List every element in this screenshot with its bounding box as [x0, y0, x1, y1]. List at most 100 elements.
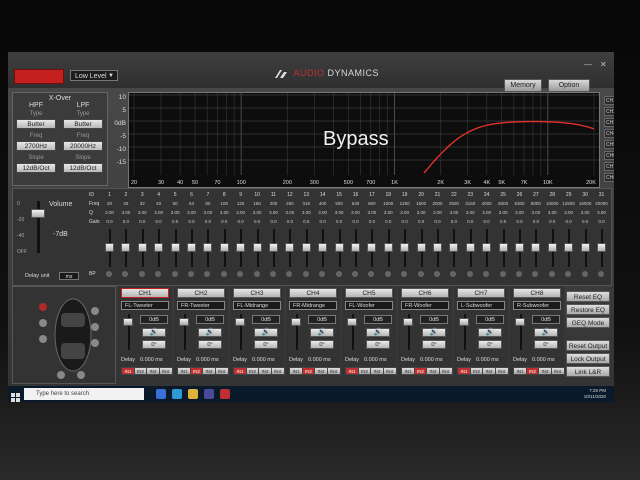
band-gain[interactable]: 0.0: [445, 219, 462, 224]
delay-value[interactable]: 0.000 ms: [420, 357, 443, 363]
channel-gain-value[interactable]: 0dB: [196, 315, 224, 324]
band-freq[interactable]: 1250: [396, 201, 413, 206]
channel-gain-slider[interactable]: [515, 318, 525, 326]
channel-select-ch4[interactable]: CH4: [604, 129, 614, 138]
band-bypass-dot[interactable]: [188, 271, 194, 277]
band-freq[interactable]: 250: [281, 201, 298, 206]
band-gain[interactable]: 0.0: [396, 219, 413, 224]
band-freq[interactable]: 315: [298, 201, 315, 206]
speaker-icon[interactable]: 🔊: [422, 328, 446, 337]
band-gain[interactable]: 0.0: [331, 219, 348, 224]
band-gain[interactable]: 0.0: [478, 219, 495, 224]
channel-select-ch8[interactable]: CH8: [604, 173, 614, 182]
band-gain[interactable]: 0.0: [495, 219, 512, 224]
minimize-icon[interactable]: —: [584, 60, 592, 69]
input-select-button[interactable]: IN4: [270, 367, 285, 375]
band-bypass-dot[interactable]: [450, 271, 457, 277]
band-freq[interactable]: 40: [150, 201, 167, 206]
band-q[interactable]: 3.00: [380, 210, 397, 215]
band-bypass-dot[interactable]: [548, 271, 555, 277]
band-gain[interactable]: 0.0: [199, 219, 216, 224]
band-gain[interactable]: 0.0: [134, 219, 151, 224]
band-gain[interactable]: 0.0: [544, 219, 561, 224]
phase-button[interactable]: 0°: [310, 340, 334, 349]
delay-value[interactable]: 0.000 ms: [196, 357, 219, 363]
band-gain[interactable]: 0.0: [462, 219, 479, 224]
band-q[interactable]: 3.00: [363, 210, 380, 215]
band-slider-thumb[interactable]: [203, 243, 213, 252]
channel-button[interactable]: CH1: [121, 288, 169, 298]
band-bypass-dot[interactable]: [220, 271, 227, 277]
channel-button[interactable]: CH5: [345, 288, 393, 298]
channel-select-ch7[interactable]: CH7: [604, 162, 614, 171]
band-freq[interactable]: 3150: [462, 201, 479, 206]
lpf-type-select[interactable]: Butter: [63, 119, 103, 129]
band-freq[interactable]: 50: [167, 201, 184, 206]
delay-value[interactable]: 0.000 ms: [476, 357, 499, 363]
band-bypass-dot[interactable]: [122, 271, 129, 277]
band-bypass-dot[interactable]: [565, 271, 572, 277]
channel-name-select[interactable]: FR-Tweeter: [177, 301, 225, 310]
band-q[interactable]: 3.00: [445, 210, 462, 215]
band-freq[interactable]: 800: [363, 201, 380, 206]
hpf-freq-field[interactable]: 2700Hz: [16, 141, 56, 151]
channel-button[interactable]: CH2: [177, 288, 225, 298]
channel-select-ch1[interactable]: CH1: [604, 96, 614, 105]
band-freq[interactable]: 1600: [413, 201, 430, 206]
band-bypass-dot[interactable]: [483, 271, 490, 277]
band-bypass-dot[interactable]: [466, 271, 473, 277]
band-gain[interactable]: 0.0: [101, 219, 118, 224]
band-freq[interactable]: 125: [232, 201, 249, 206]
channel-gain-value[interactable]: 0dB: [308, 315, 336, 324]
band-bypass-dot[interactable]: [352, 271, 358, 277]
band-slider-thumb[interactable]: [121, 243, 131, 252]
input-select-button[interactable]: IN4: [158, 367, 173, 375]
band-slider-thumb[interactable]: [564, 243, 574, 252]
band-q[interactable]: 3.00: [101, 210, 118, 215]
band-slider-thumb[interactable]: [547, 243, 557, 252]
band-q[interactable]: 3.00: [150, 210, 167, 215]
band-slider-thumb[interactable]: [433, 243, 442, 252]
input-select-button[interactable]: IN4: [438, 367, 453, 375]
band-freq[interactable]: 80: [199, 201, 216, 206]
band-slider-thumb[interactable]: [236, 243, 246, 252]
file-explorer-icon[interactable]: [188, 389, 198, 399]
edge-icon[interactable]: [172, 389, 182, 399]
delay-value[interactable]: 0.000 ms: [252, 357, 275, 363]
side-button-lock-output[interactable]: Lock Output: [566, 353, 610, 364]
band-slider-thumb[interactable]: [482, 243, 492, 252]
band-q[interactable]: 3.00: [495, 210, 512, 215]
speaker-icon[interactable]: 🔊: [198, 328, 222, 337]
band-freq[interactable]: 200: [265, 201, 282, 206]
band-slider-thumb[interactable]: [498, 243, 508, 252]
input-select-button[interactable]: IN4: [494, 367, 509, 375]
band-freq[interactable]: 1000: [380, 201, 397, 206]
side-button-restore-eq[interactable]: Restore EQ: [566, 304, 610, 315]
band-bypass-dot[interactable]: [335, 271, 342, 277]
band-slider-thumb[interactable]: [383, 243, 393, 252]
band-gain[interactable]: 0.0: [298, 219, 315, 224]
band-bypass-dot[interactable]: [598, 271, 604, 277]
band-q[interactable]: 3.00: [544, 210, 561, 215]
band-freq[interactable]: 2500: [445, 201, 462, 206]
channel-gain-slider[interactable]: [403, 318, 413, 326]
band-bypass-dot[interactable]: [532, 271, 539, 277]
channel-button[interactable]: CH7: [457, 288, 505, 298]
band-q[interactable]: 3.00: [265, 210, 282, 215]
band-q[interactable]: 3.00: [298, 210, 315, 215]
speaker-icon[interactable]: 🔊: [534, 328, 558, 337]
channel-button[interactable]: CH4: [289, 288, 337, 298]
input-select-button[interactable]: IN4: [382, 367, 397, 375]
band-q[interactable]: 3.00: [199, 210, 216, 215]
band-q[interactable]: 3.00: [396, 210, 413, 215]
band-gain[interactable]: 0.0: [265, 219, 282, 224]
band-gain[interactable]: 0.0: [577, 219, 594, 224]
channel-select-ch3[interactable]: CH3: [604, 118, 614, 127]
channel-name-select[interactable]: FR-Midrange: [289, 301, 337, 310]
band-gain[interactable]: 0.0: [281, 219, 298, 224]
band-bypass-dot[interactable]: [204, 271, 211, 277]
input-select-button[interactable]: IN4: [214, 367, 229, 375]
dsp-app-icon[interactable]: [220, 389, 230, 399]
band-freq[interactable]: 63: [183, 201, 200, 206]
store-icon[interactable]: [204, 389, 214, 399]
